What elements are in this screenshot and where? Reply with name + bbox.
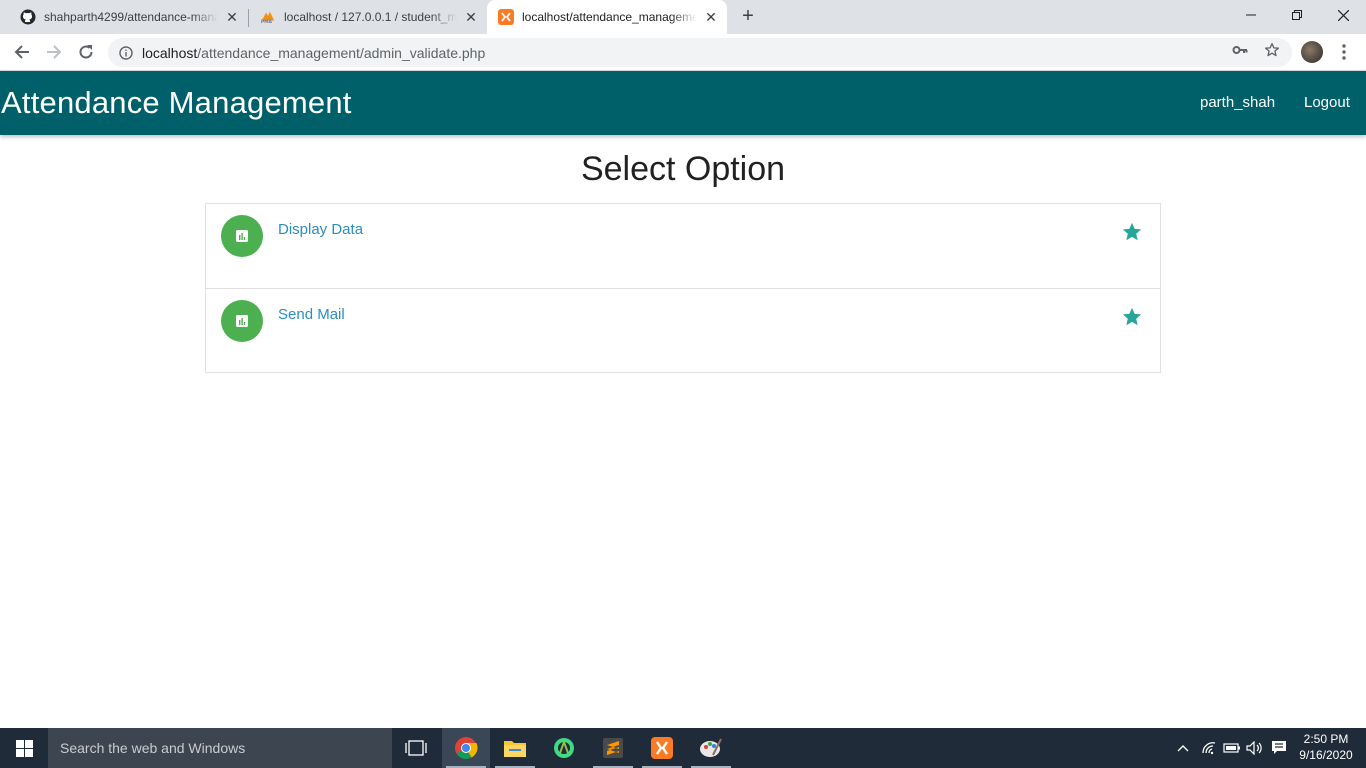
option-avatar <box>221 300 263 342</box>
page-title: Select Option <box>580 150 786 188</box>
github-icon <box>20 9 36 25</box>
bar-chart-icon <box>236 315 248 327</box>
restore-icon[interactable] <box>1274 0 1320 30</box>
url-path: /attendance_management/admin_validate.ph… <box>197 44 486 61</box>
search-placeholder: Search the web and Windows <box>60 740 246 756</box>
xampp-icon <box>498 9 514 25</box>
tab-title: localhost / 127.0.0.1 / student_ma <box>284 10 457 24</box>
svg-text:PMA: PMA <box>261 19 273 25</box>
tab-title: shahparth4299/attendance-mana <box>44 10 218 24</box>
brand-logo[interactable]: Attendance Management <box>1 85 352 121</box>
app-navbar: Attendance Management parth_shah Logout <box>0 71 1366 135</box>
reload-icon[interactable] <box>74 40 98 64</box>
tab-github[interactable]: shahparth4299/attendance-mana ✕ <box>0 0 248 34</box>
file-explorer-icon[interactable] <box>491 728 539 768</box>
option-label[interactable]: Send Mail <box>278 306 345 323</box>
star-icon[interactable] <box>1121 221 1143 243</box>
option-avatar <box>221 215 263 257</box>
minimize-icon[interactable] <box>1228 0 1274 30</box>
volume-icon[interactable] <box>1245 728 1265 768</box>
bar-chart-icon <box>236 230 248 242</box>
task-view-icon[interactable] <box>392 728 440 768</box>
close-window-icon[interactable] <box>1320 0 1366 30</box>
clock-time: 2:50 PM <box>1303 732 1349 746</box>
new-tab-button[interactable]: + <box>738 6 758 27</box>
xampp-taskbar-icon[interactable] <box>638 728 686 768</box>
paint-icon[interactable] <box>687 728 735 768</box>
tab-title: localhost/attendance_manageme <box>522 10 697 24</box>
wifi-icon[interactable] <box>1199 728 1219 768</box>
sublime-text-icon[interactable] <box>589 728 637 768</box>
tab-phpmyadmin[interactable]: PMA localhost / 127.0.0.1 / student_ma ✕ <box>240 0 487 34</box>
options-list: Display Data Send Mail <box>205 203 1161 373</box>
star-icon[interactable] <box>1121 306 1143 328</box>
option-display-data[interactable]: Display Data <box>206 204 1160 288</box>
taskbar-search-input[interactable]: Search the web and Windows <box>48 728 392 768</box>
back-arrow-icon[interactable] <box>10 40 34 64</box>
windows-start-icon[interactable] <box>0 728 48 768</box>
logout-link[interactable]: Logout <box>1304 94 1350 111</box>
address-bar[interactable]: localhost/attendance_management/admin_va… <box>108 38 1292 67</box>
chrome-icon[interactable] <box>442 728 490 768</box>
address-url: localhost/attendance_management/admin_va… <box>142 45 485 61</box>
user-link[interactable]: parth_shah <box>1200 94 1275 111</box>
profile-avatar[interactable] <box>1301 41 1323 63</box>
key-icon[interactable] <box>1229 39 1251 61</box>
close-icon[interactable]: ✕ <box>463 9 479 25</box>
windows-taskbar: Search the web and Windows 2:50 PM 9/16/… <box>0 728 1366 768</box>
phpmyadmin-icon: PMA <box>260 9 276 25</box>
taskbar-clock[interactable]: 2:50 PM 9/16/2020 <box>1292 731 1360 763</box>
battery-icon[interactable] <box>1222 728 1242 768</box>
url-host: localhost <box>142 44 198 61</box>
notifications-icon[interactable] <box>1269 728 1289 768</box>
browser-tabstrip: shahparth4299/attendance-mana ✕ PMA loca… <box>0 0 1366 34</box>
close-icon[interactable]: ✕ <box>224 9 240 25</box>
clock-date: 9/16/2020 <box>1299 748 1353 762</box>
option-send-mail[interactable]: Send Mail <box>206 288 1160 372</box>
more-menu-icon[interactable] <box>1336 42 1352 62</box>
close-icon[interactable]: ✕ <box>703 9 719 25</box>
tab-attendance[interactable]: localhost/attendance_manageme ✕ <box>487 0 727 34</box>
android-studio-icon[interactable] <box>540 728 588 768</box>
forward-arrow-icon[interactable] <box>42 40 66 64</box>
browser-toolbar: localhost/attendance_management/admin_va… <box>0 34 1366 71</box>
option-label[interactable]: Display Data <box>278 221 363 238</box>
bookmark-star-icon[interactable] <box>1261 39 1283 61</box>
info-icon[interactable] <box>119 45 133 60</box>
chevron-up-icon[interactable] <box>1174 728 1192 768</box>
